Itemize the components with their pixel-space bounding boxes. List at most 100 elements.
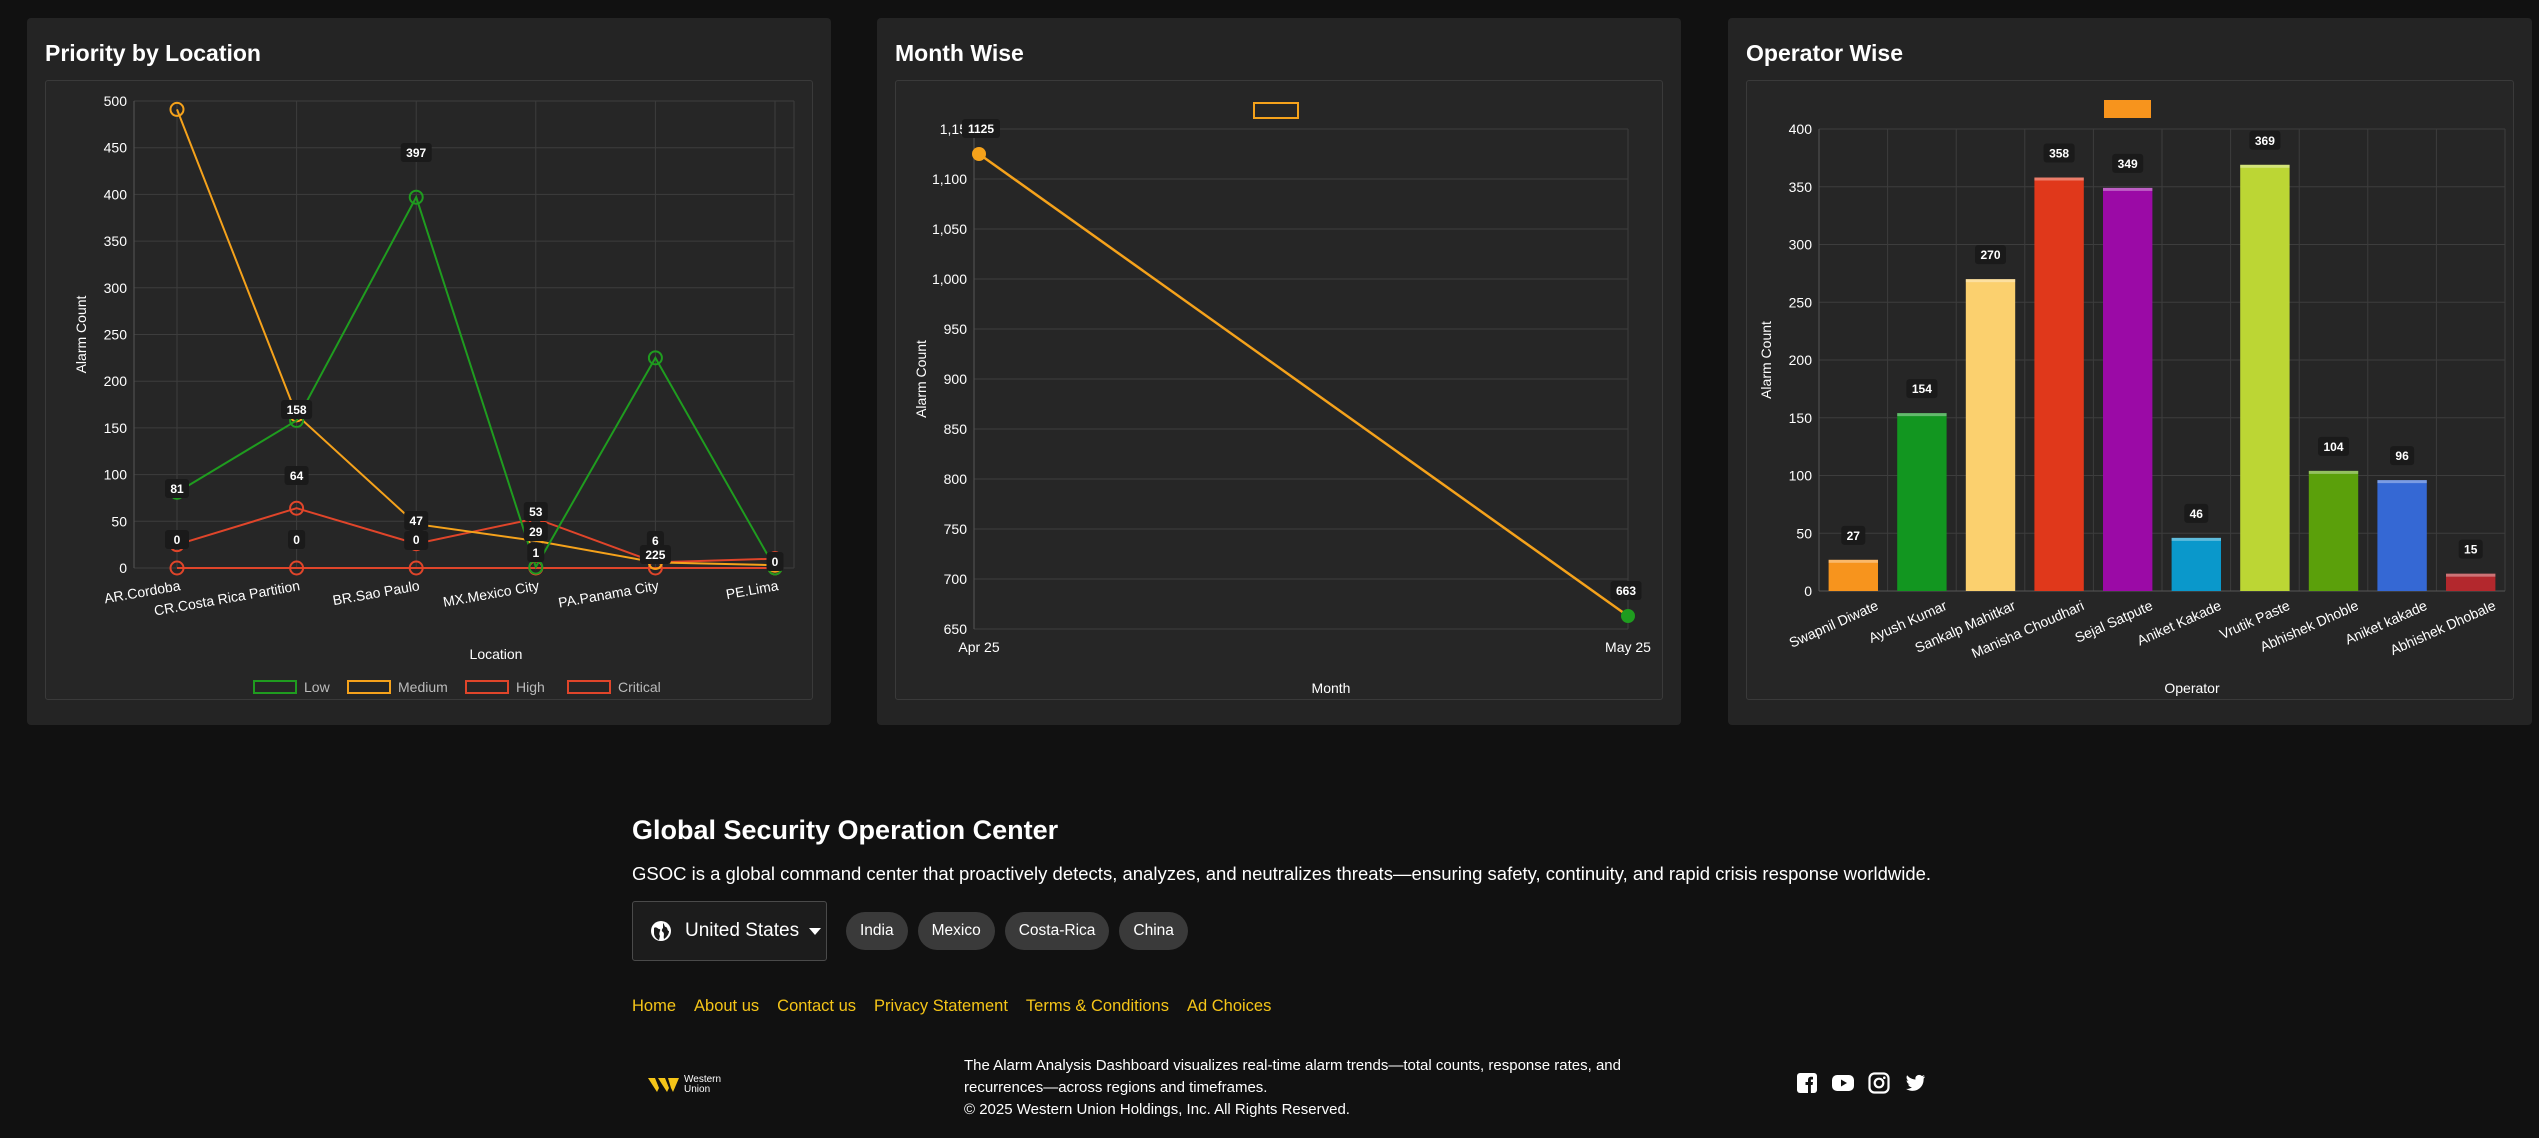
panel-title: Priority by Location xyxy=(45,40,261,66)
series-line-high xyxy=(176,507,776,564)
data-label: 270 xyxy=(1980,248,2000,262)
link-ad-choices[interactable]: Ad Choices xyxy=(1187,997,1271,1016)
data-label: 47 xyxy=(410,514,424,528)
x-tick-label: MX.Mexico City xyxy=(442,577,541,610)
y-tick-label: 800 xyxy=(944,471,968,487)
y-tick-label: 300 xyxy=(1789,237,1813,253)
data-label: 46 xyxy=(2190,507,2204,521)
data-label: 64 xyxy=(290,469,304,483)
data-label: 369 xyxy=(2255,134,2275,148)
bar-ayush-kumar xyxy=(1897,413,1947,591)
x-tick-label: Swapnil Diwate xyxy=(1787,597,1881,651)
operator-wise-chart: 0 50 100 150 200 250 300 350 400 Alarm Count 27 Swa… xyxy=(1758,100,2506,696)
bar-highlight xyxy=(1965,279,2016,283)
bar-abhishek-dhoble xyxy=(2308,470,2359,591)
y-tick-label: 1,100 xyxy=(932,171,967,187)
legend-swatch-high xyxy=(465,680,509,694)
x-tick-label: Apr 25 xyxy=(958,639,999,655)
y-tick-label: 50 xyxy=(1796,525,1812,541)
month-chart-container: 650 700 750 800 850 900 950 1,000 1,050 1,100 1,15… xyxy=(895,80,1663,700)
footer-description: GSOC is a global command center that pro… xyxy=(632,863,1932,884)
operator-wise-panel: Operator Wise 0 50 100 150 200 250 300 350 400 Al… xyxy=(1728,18,2532,725)
logo-text-line-2: Union xyxy=(684,1084,711,1095)
region-select[interactable]: United States xyxy=(632,901,827,961)
legend-label-critical: Critical xyxy=(618,679,661,695)
x-axis-label: Location xyxy=(470,646,523,662)
bar-highlight xyxy=(2446,573,2496,577)
copy-line: recurrences—across regions and timeframe… xyxy=(964,1079,1268,1096)
data-label: 0 xyxy=(772,555,779,569)
western-union-logo-mark xyxy=(648,1078,679,1092)
data-label: 96 xyxy=(2395,449,2409,463)
bar-highlight xyxy=(2034,177,2084,181)
western-union-logo[interactable]: Western Union xyxy=(648,1075,721,1095)
y-axis-label: Alarm Count xyxy=(1758,321,1774,399)
y-tick-label: 650 xyxy=(944,621,968,637)
operator-chart-container: 0 50 100 150 200 250 300 350 400 Alarm Count 27 Swa… xyxy=(1746,80,2514,700)
y-tick-label: 150 xyxy=(1789,410,1813,426)
footer-bottom: Western Union The Alarm Analysis Dashboa… xyxy=(632,1055,1932,1125)
link-contact-us[interactable]: Contact us xyxy=(777,997,856,1016)
legend-label-high: High xyxy=(516,679,545,695)
y-tick-label: 400 xyxy=(1789,121,1813,137)
link-privacy-statement[interactable]: Privacy Statement xyxy=(874,997,1008,1016)
y-axis-label: Alarm Count xyxy=(73,295,89,373)
chip-china[interactable]: China xyxy=(1119,912,1188,950)
chip-mexico[interactable]: Mexico xyxy=(917,912,995,950)
data-label: 158 xyxy=(287,403,307,417)
instagram-icon[interactable] xyxy=(1867,1071,1891,1095)
youtube-icon[interactable] xyxy=(1831,1071,1855,1095)
data-label: 349 xyxy=(2118,157,2138,171)
y-tick-label: 200 xyxy=(104,373,128,389)
facebook-icon[interactable] xyxy=(1795,1071,1819,1095)
y-tick-label: 1,000 xyxy=(932,271,967,287)
data-label: 0 xyxy=(293,533,300,547)
legend-swatch xyxy=(1253,102,1299,119)
bar-highlight xyxy=(1897,413,1947,417)
y-tick-label: 350 xyxy=(104,233,128,249)
link-about-us[interactable]: About us xyxy=(694,997,759,1016)
chevron-down-icon xyxy=(809,927,822,935)
y-tick-label: 500 xyxy=(104,93,128,109)
data-label: 0 xyxy=(413,533,420,547)
bar-swapnil-diwate xyxy=(1828,559,1878,591)
y-tick-label: 100 xyxy=(104,467,128,483)
series-line-medium xyxy=(176,109,776,567)
legend-label-low: Low xyxy=(304,679,331,695)
series-point xyxy=(1621,609,1635,623)
series-line xyxy=(978,152,1629,618)
link-terms-conditions[interactable]: Terms & Conditions xyxy=(1026,997,1169,1016)
data-label: 27 xyxy=(1847,529,1861,543)
link-home[interactable]: Home xyxy=(632,997,676,1016)
data-label: 15 xyxy=(2464,543,2478,557)
y-tick-label: 1,050 xyxy=(932,221,967,237)
chip-india[interactable]: India xyxy=(846,912,908,950)
y-tick-label: 400 xyxy=(104,186,128,202)
y-tick-label: 250 xyxy=(1789,294,1813,310)
bar-highlight xyxy=(2171,537,2221,541)
twitter-icon[interactable] xyxy=(1903,1071,1927,1095)
data-label: 358 xyxy=(2049,147,2069,161)
footer-copy: The Alarm Analysis Dashboard visualizes … xyxy=(964,1055,1624,1121)
data-label: 1 xyxy=(532,546,539,560)
data-label: 225 xyxy=(645,548,665,562)
globe-icon xyxy=(649,919,673,943)
data-label: 663 xyxy=(1616,584,1636,598)
data-label: 154 xyxy=(1912,382,1932,396)
y-tick-label: 150 xyxy=(104,420,128,436)
bar-highlight xyxy=(2308,470,2359,474)
chip-costa-rica[interactable]: Costa-Rica xyxy=(1004,912,1110,950)
y-tick-label: 100 xyxy=(1789,468,1813,484)
location-chart-container: 0 50 100 150 200 250 300 350 400 450 500 Alarm Coun… xyxy=(45,80,813,700)
copy-line: The Alarm Analysis Dashboard visualizes … xyxy=(964,1057,1621,1074)
region-chips: India Mexico Costa-Rica China xyxy=(846,912,1198,950)
series-point xyxy=(972,147,986,161)
y-tick-label: 0 xyxy=(119,560,127,576)
footer-section: Global Security Operation Center GSOC is… xyxy=(632,815,1932,1016)
y-tick-label: 750 xyxy=(944,521,968,537)
data-label: 81 xyxy=(170,482,184,496)
bar-manisha-choudhari xyxy=(2034,177,2084,591)
footer-links: Home About us Contact us Privacy Stateme… xyxy=(632,997,1932,1016)
bar-sankalp-mahitkar xyxy=(1965,279,2016,591)
bar-highlight xyxy=(2240,164,2290,168)
